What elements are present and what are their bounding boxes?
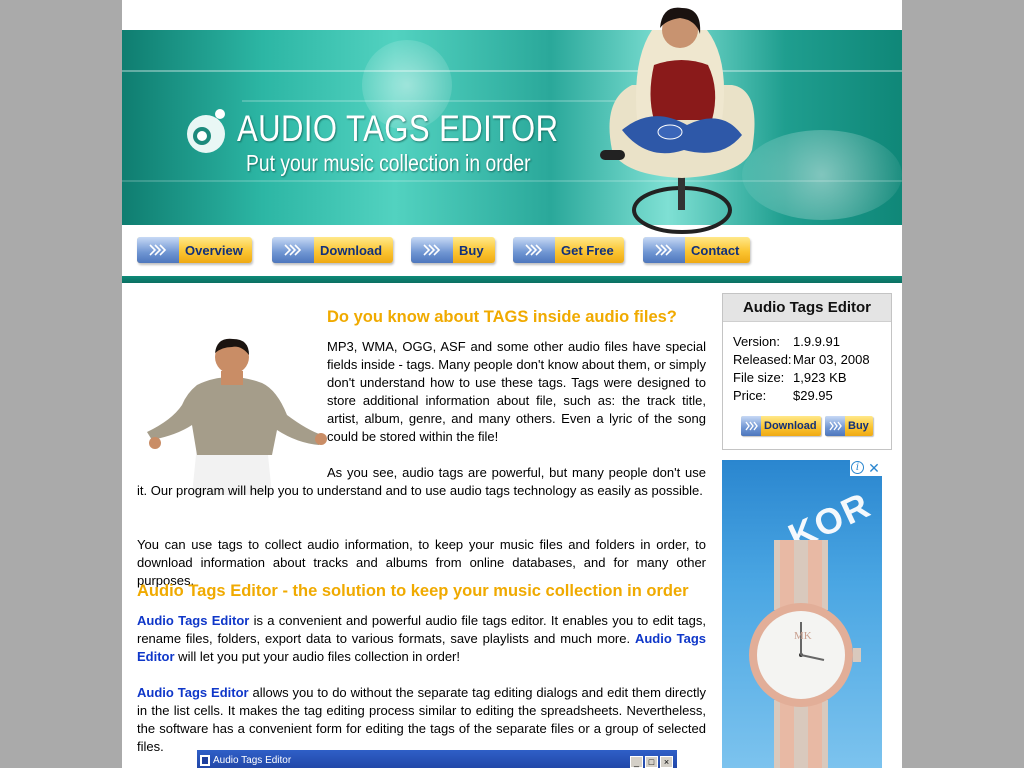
- info-row-file-size: File size: 1,923 KB: [733, 369, 870, 387]
- button-label: Buy: [848, 420, 869, 432]
- info-row-version: Version: 1.9.9.91: [733, 333, 870, 351]
- nav-label: Contact: [691, 243, 740, 258]
- arrow-icon: [741, 416, 761, 436]
- app-icon: [200, 755, 210, 766]
- product-info-list: Version: 1.9.9.91 Released:Mar 03, 2008 F…: [733, 333, 870, 405]
- info-key: File size:: [733, 370, 785, 385]
- info-key: Released:: [733, 352, 792, 367]
- nav-contact[interactable]: Contact: [643, 237, 750, 263]
- nav-overview[interactable]: Overview: [137, 237, 252, 263]
- advertisement[interactable]: KOR MK i ✕: [722, 460, 882, 768]
- app-screenshot: Audio Tags Editor _ □ ×: [197, 750, 677, 768]
- screenshot-title: Audio Tags Editor: [213, 755, 292, 766]
- maximize-icon: □: [645, 756, 658, 768]
- hero-image: [600, 7, 755, 234]
- nav-label: Overview: [185, 243, 243, 258]
- logo-icon: [187, 109, 225, 153]
- heading-tags: Do you know about TAGS inside audio file…: [327, 308, 677, 326]
- arrow-icon: [272, 237, 314, 263]
- info-row-price: Price: $29.95: [733, 387, 870, 405]
- brand-title: AUDIO TAGS EDITOR: [237, 108, 559, 149]
- arrow-icon: [643, 237, 685, 263]
- ad-choices[interactable]: i ✕: [850, 460, 882, 476]
- nav-label: Get Free: [561, 243, 614, 258]
- nav-label: Buy: [459, 243, 484, 258]
- product-info-title: Audio Tags Editor: [723, 294, 891, 322]
- divider-bar: [122, 276, 902, 283]
- info-value: 1.9.9.91: [793, 334, 840, 349]
- heading-solution: Audio Tags Editor - the solution to keep…: [137, 582, 689, 600]
- close-icon: ×: [660, 756, 673, 768]
- arrow-icon: [825, 416, 845, 436]
- page: AUDIO TAGS EDITOR Put your music collect…: [122, 0, 902, 768]
- ad-brand-mark: MK: [794, 630, 812, 642]
- brand-tagline: Put your music collection in order: [246, 150, 531, 176]
- nav-download[interactable]: Download: [272, 237, 393, 263]
- minimize-icon: _: [630, 756, 643, 768]
- paragraph-editing: Audio Tags Editor allows you to do witho…: [137, 684, 706, 756]
- info-value: $29.95: [793, 388, 833, 403]
- product-link[interactable]: Audio Tags Editor: [137, 613, 249, 628]
- watch-image: [749, 540, 861, 768]
- sidebar-download-button[interactable]: Download: [741, 416, 821, 436]
- arrow-icon: [411, 237, 453, 263]
- info-key: Price:: [733, 388, 767, 403]
- product-link[interactable]: Audio Tags Editor: [137, 685, 249, 700]
- paragraph-intro: MP3, WMA, OGG, ASF and some other audio …: [327, 339, 706, 444]
- paragraph-power: As you see, audio tags are powerful, but…: [137, 465, 706, 498]
- window-buttons: _ □ ×: [628, 753, 673, 768]
- arrow-icon: [513, 237, 555, 263]
- nav-get-free[interactable]: Get Free: [513, 237, 624, 263]
- info-value: 1,923 KB: [793, 370, 847, 385]
- paragraph-text: will let you put your audio files collec…: [174, 649, 460, 664]
- close-icon[interactable]: ✕: [867, 460, 881, 476]
- product-info-box: Audio Tags Editor Version: 1.9.9.91 Relea…: [722, 293, 892, 450]
- paragraph-description: Audio Tags Editor is a convenient and po…: [137, 612, 706, 666]
- nav-label: Download: [320, 243, 383, 258]
- info-row-released: Released:Mar 03, 2008: [733, 351, 870, 369]
- arrow-icon: [137, 237, 179, 263]
- nav-buy[interactable]: Buy: [411, 237, 495, 263]
- header-banner: AUDIO TAGS EDITOR Put your music collect…: [122, 30, 902, 225]
- info-icon[interactable]: i: [851, 461, 864, 474]
- button-label: Download: [764, 420, 817, 432]
- info-key: Version:: [733, 334, 780, 349]
- info-value: Mar 03, 2008: [793, 352, 870, 367]
- sidebar-buy-button[interactable]: Buy: [825, 416, 873, 436]
